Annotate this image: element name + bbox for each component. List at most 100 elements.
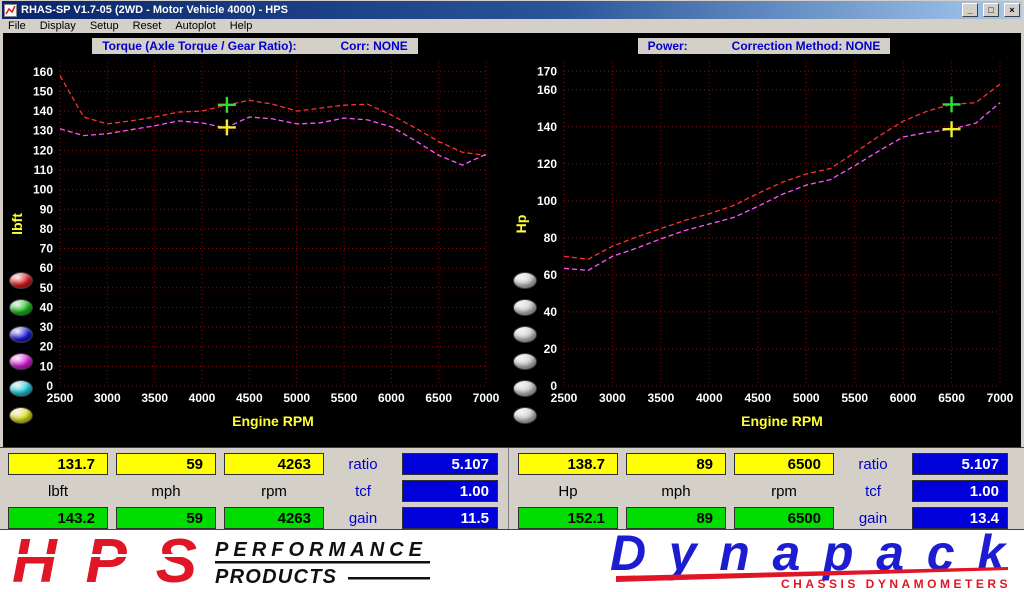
power-gain-value: 13.4 [912, 507, 1008, 529]
svg-text:40: 40 [544, 305, 558, 319]
torque-gain-value: 11.5 [402, 507, 498, 529]
power-ratio-value: 5.107 [912, 453, 1008, 475]
torque-readout-group: 131.7 59 4263 ratio 5.107 lbft mph rpm t… [8, 453, 498, 529]
left-channel-button-4[interactable] [9, 353, 33, 370]
hps-divider-line [215, 561, 430, 564]
hps-logo-stripe [10, 554, 202, 557]
torque-speed-cursor-readout: 59 [116, 453, 216, 475]
svg-text:6000: 6000 [378, 391, 405, 405]
current-run-power [564, 84, 1000, 259]
svg-text:4000: 4000 [189, 391, 216, 405]
power-run-readout: 152.1 [518, 507, 618, 529]
right-channel-button-3[interactable] [513, 326, 537, 343]
app-icon [4, 4, 17, 17]
left-channel-button-2[interactable] [9, 299, 33, 316]
readout-band: 131.7 59 4263 ratio 5.107 lbft mph rpm t… [0, 447, 1024, 530]
svg-text:110: 110 [34, 163, 54, 177]
power-speed-unit-label: mph [626, 480, 726, 502]
power-correction-status: Correction Method: NONE [732, 39, 881, 53]
svg-text:2500: 2500 [47, 391, 74, 405]
torque-chart-header: Torque (Axle Torque / Gear Ratio): Corr:… [6, 37, 504, 55]
svg-text:6500: 6500 [425, 391, 452, 405]
hps-performance-text: PERFORMANCE [215, 539, 423, 561]
svg-text:60: 60 [40, 261, 54, 275]
x-axis-title: Engine RPM [741, 413, 823, 429]
svg-text:5500: 5500 [841, 391, 868, 405]
svg-text:130: 130 [33, 124, 53, 138]
svg-text:20: 20 [40, 340, 54, 354]
left-channel-button-1[interactable] [9, 272, 33, 289]
maximize-button[interactable]: □ [983, 3, 999, 17]
svg-text:10: 10 [40, 359, 54, 373]
svg-text:3000: 3000 [94, 391, 121, 405]
svg-text:4000: 4000 [696, 391, 723, 405]
left-channel-button-6[interactable] [9, 407, 33, 424]
titlebar: RHAS-SP V1.7-05 (2WD - Motor Vehicle 400… [2, 1, 1022, 19]
power-tcf-label: tcf [842, 480, 904, 502]
svg-text:2500: 2500 [551, 391, 578, 405]
svg-text:170: 170 [537, 64, 557, 78]
svg-text:5000: 5000 [793, 391, 820, 405]
menu-setup[interactable]: Setup [84, 20, 125, 32]
svg-text:3500: 3500 [648, 391, 675, 405]
power-unit-label: Hp [518, 480, 618, 502]
close-button[interactable]: × [1004, 3, 1020, 17]
dynapack-subtitle: CHASSIS DYNAMOMETERS [781, 577, 1011, 590]
menu-display[interactable]: Display [34, 20, 82, 32]
menu-autoplot[interactable]: Autoplot [169, 20, 221, 32]
power-chart-header: Power: Correction Method: NONE [510, 37, 1018, 55]
power-rpm-run-readout: 6500 [734, 507, 834, 529]
window-title: RHAS-SP V1.7-05 (2WD - Motor Vehicle 400… [21, 4, 957, 16]
left-channel-button-3[interactable] [9, 326, 33, 343]
right-channel-button-2[interactable] [513, 299, 537, 316]
torque-ratio-label: ratio [332, 453, 394, 475]
right-channel-button-5[interactable] [513, 380, 537, 397]
power-channel-buttons [513, 272, 537, 424]
left-channel-button-5[interactable] [9, 380, 33, 397]
torque-rpm-run-readout: 4263 [224, 507, 324, 529]
torque-tcf-label: tcf [332, 480, 394, 502]
x-axis-title: Engine RPM [232, 413, 314, 429]
power-chart[interactable]: 2500300035004000450050005500600065007000… [510, 36, 1018, 444]
svg-text:7000: 7000 [473, 391, 500, 405]
torque-speed-run-readout: 59 [116, 507, 216, 529]
dynapack-logo: Dynapack CHASSIS DYNAMOMETERS [608, 532, 1018, 590]
y-axis-title: Hp [513, 215, 529, 234]
hps-logo-text: HPS [12, 531, 197, 591]
power-readout-group: 138.7 89 6500 ratio 5.107 Hp mph rpm tcf… [518, 453, 1008, 529]
svg-text:5000: 5000 [283, 391, 310, 405]
svg-text:100: 100 [537, 194, 557, 208]
menubar: File Display Setup Reset Autoplot Help [2, 19, 1022, 33]
torque-chart[interactable]: 2500300035004000450050005500600065007000… [6, 36, 504, 444]
svg-text:40: 40 [40, 301, 54, 315]
menu-reset[interactable]: Reset [127, 20, 168, 32]
svg-text:150: 150 [33, 85, 53, 99]
torque-cursor-readout: 131.7 [8, 453, 108, 475]
svg-text:140: 140 [537, 120, 557, 134]
torque-speed-unit-label: mph [116, 480, 216, 502]
svg-text:6000: 6000 [890, 391, 917, 405]
right-channel-button-1[interactable] [513, 272, 537, 289]
svg-text:20: 20 [544, 342, 558, 356]
svg-text:160: 160 [33, 65, 53, 79]
svg-text:7000: 7000 [987, 391, 1014, 405]
power-chart-panel: 2500300035004000450050005500600065007000… [510, 36, 1018, 444]
svg-text:3500: 3500 [141, 391, 168, 405]
svg-text:5500: 5500 [331, 391, 358, 405]
reference-run-power [564, 103, 1000, 271]
power-rpm-cursor-readout: 6500 [734, 453, 834, 475]
torque-rpm-cursor-readout: 4263 [224, 453, 324, 475]
svg-text:60: 60 [544, 268, 558, 282]
svg-text:0: 0 [550, 379, 557, 393]
menu-file[interactable]: File [2, 20, 32, 32]
torque-unit-label: lbft [8, 480, 108, 502]
menu-help[interactable]: Help [224, 20, 259, 32]
right-channel-button-6[interactable] [513, 407, 537, 424]
logo-band: HPS PERFORMANCE PRODUCTS Dynapack CHASSI… [0, 530, 1024, 592]
power-ratio-label: ratio [842, 453, 904, 475]
hps-divider-line-2 [348, 577, 430, 580]
right-channel-button-4[interactable] [513, 353, 537, 370]
torque-tcf-value: 1.00 [402, 480, 498, 502]
minimize-button[interactable]: _ [962, 3, 978, 17]
torque-rpm-unit-label: rpm [224, 480, 324, 502]
